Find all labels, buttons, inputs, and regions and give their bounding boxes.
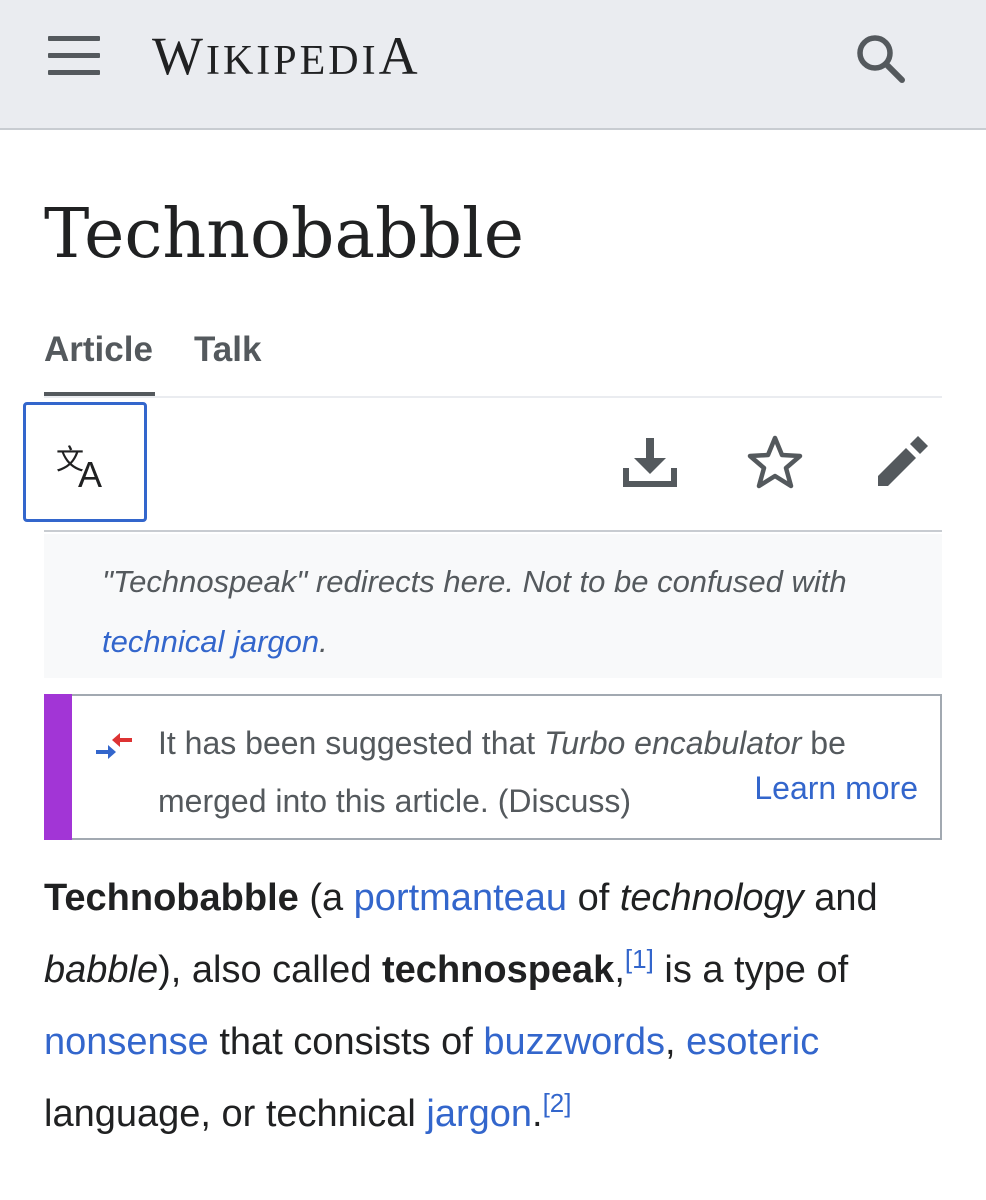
hatnote: "Technospeak" redirects here. Not to be … bbox=[44, 534, 942, 678]
language-button[interactable]: 文 A bbox=[23, 402, 147, 522]
header-bar: WIKIPEDIA bbox=[0, 0, 986, 130]
page-title: Technobabble bbox=[44, 195, 525, 274]
hatnote-text: "Technospeak" redirects here. Not to be … bbox=[102, 564, 847, 599]
svg-text:A: A bbox=[78, 454, 102, 491]
hamburger-menu-icon[interactable] bbox=[48, 36, 100, 78]
lead-text: of bbox=[567, 877, 620, 919]
link-jargon[interactable]: jargon bbox=[426, 1093, 532, 1135]
tab-talk[interactable]: Talk bbox=[194, 330, 261, 370]
merge-notice-accent-bar bbox=[44, 694, 72, 840]
lead-text: and bbox=[803, 877, 878, 919]
link-nonsense[interactable]: nonsense bbox=[44, 1021, 209, 1063]
link-buzzwords[interactable]: buzzwords bbox=[483, 1021, 665, 1063]
reference-2[interactable]: [2] bbox=[543, 1088, 572, 1118]
lead-italic: technology bbox=[619, 877, 804, 919]
wikipedia-wordmark[interactable]: WIKIPEDIA bbox=[152, 20, 421, 97]
lead-text: , bbox=[665, 1021, 687, 1063]
lead-italic: babble bbox=[44, 949, 159, 991]
merge-notice: It has been suggested that Turbo encabul… bbox=[44, 694, 942, 840]
pencil-icon[interactable] bbox=[874, 434, 930, 490]
search-icon[interactable] bbox=[852, 30, 908, 86]
page-actions-toolbar: 文 A bbox=[23, 398, 942, 532]
merge-text-part: It has been suggested that bbox=[158, 725, 545, 761]
hatnote-link-technical-jargon[interactable]: technical jargon bbox=[102, 624, 319, 659]
reference-1[interactable]: [1] bbox=[625, 944, 654, 974]
star-icon[interactable] bbox=[746, 434, 804, 490]
lead-text: . bbox=[532, 1093, 543, 1135]
lead-bold: technospeak bbox=[382, 949, 615, 991]
lead-text: language, or technical bbox=[44, 1093, 427, 1135]
tab-article-indicator bbox=[44, 392, 155, 396]
learn-more-link[interactable]: Learn more bbox=[664, 762, 918, 814]
lead-text: ), also called bbox=[158, 949, 383, 991]
link-esoteric[interactable]: esoteric bbox=[686, 1021, 819, 1063]
lead-paragraph: Technobabble (a portmanteau of technolog… bbox=[44, 862, 944, 1150]
link-portmanteau[interactable]: portmanteau bbox=[354, 877, 567, 919]
tab-article[interactable]: Article bbox=[44, 330, 153, 370]
lead-text: that consists of bbox=[208, 1021, 484, 1063]
merge-article-name: Turbo encabulator bbox=[544, 725, 802, 761]
lead-term: Technobabble bbox=[44, 877, 299, 919]
merge-arrows-icon bbox=[96, 733, 132, 759]
download-icon[interactable] bbox=[622, 434, 678, 490]
hatnote-period: . bbox=[319, 624, 328, 659]
page-tabs: Article Talk bbox=[44, 322, 942, 398]
language-icon: 文 A bbox=[56, 443, 102, 491]
lead-text: is a type of bbox=[653, 949, 849, 991]
lead-text: (a bbox=[298, 877, 354, 919]
lead-text: , bbox=[614, 949, 625, 991]
